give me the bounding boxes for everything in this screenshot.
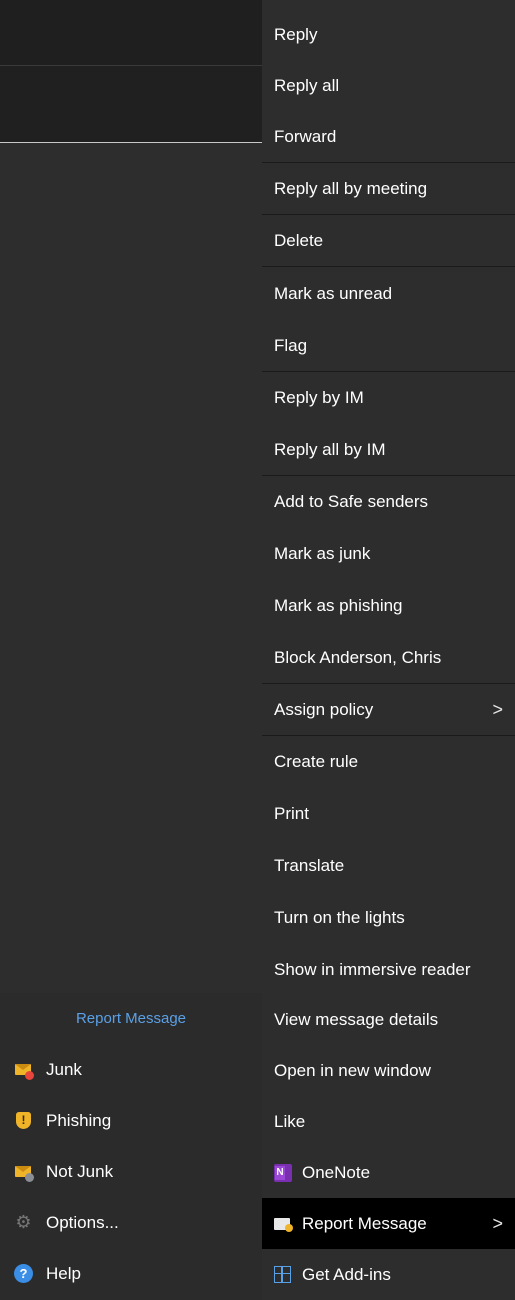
menu-item-flag[interactable]: Flag	[262, 320, 515, 371]
menu-item-label: Mark as phishing	[274, 595, 403, 615]
phishing-shield-icon: !	[14, 1111, 34, 1131]
junk-icon	[14, 1060, 34, 1080]
menu-item-print[interactable]: Print	[262, 788, 515, 839]
menu-item-translate[interactable]: Translate	[262, 840, 515, 891]
menu-item-reply-all[interactable]: Reply all	[262, 60, 515, 111]
submenu-item-options[interactable]: ⚙ Options...	[0, 1197, 262, 1248]
menu-item-get-add-ins[interactable]: Get Add-ins	[262, 1249, 515, 1300]
menu-item-label: Get Add-ins	[302, 1264, 391, 1284]
window-header-background	[0, 0, 262, 65]
menu-item-label: Reply all by meeting	[274, 178, 428, 198]
menu-item-label: Turn on the lights	[274, 907, 405, 927]
submenu-item-label: Not Junk	[46, 1161, 114, 1181]
menu-item-label: Mark as junk	[274, 543, 371, 563]
menu-item-label: Reply all by IM	[274, 439, 386, 459]
menu-item-turn-on-the-lights[interactable]: Turn on the lights	[262, 892, 515, 943]
submenu-title: Report Message	[75, 1010, 187, 1027]
menu-item-mark-as-phishing[interactable]: Mark as phishing	[262, 580, 515, 631]
menu-item-label: Reply by IM	[274, 387, 364, 407]
menu-item-label: Mark as unread	[274, 283, 393, 303]
menu-item-label: Show in immersive reader	[274, 959, 471, 979]
menu-item-reply[interactable]: Reply	[262, 9, 515, 60]
menu-item-label: Report Message	[302, 1213, 427, 1233]
menu-item-label: Like	[274, 1111, 306, 1131]
menu-separator	[262, 266, 515, 267]
menu-item-label: Create rule	[274, 751, 359, 771]
submenu-item-label: Help	[46, 1263, 81, 1283]
reading-pane-background	[0, 143, 262, 993]
menu-item-label: Reply all	[274, 75, 340, 95]
menu-item-immersive-reader[interactable]: Show in immersive reader	[262, 944, 515, 995]
submenu-item-help[interactable]: ? Help	[0, 1248, 262, 1299]
menu-item-label: Open in new window	[274, 1060, 431, 1080]
submenu-item-phishing[interactable]: ! Phishing	[0, 1095, 262, 1146]
menu-item-open-in-new-window[interactable]: Open in new window	[262, 1045, 515, 1096]
menu-item-mark-as-unread[interactable]: Mark as unread	[262, 268, 515, 319]
menu-item-reply-all-by-meeting[interactable]: Reply all by meeting	[262, 163, 515, 214]
menu-item-label: Reply	[274, 24, 318, 44]
menu-item-block-sender[interactable]: Block Anderson, Chris	[262, 632, 515, 683]
menu-item-label: Add to Safe senders	[274, 491, 429, 511]
onenote-icon	[274, 1163, 292, 1182]
menu-item-label: Flag	[274, 335, 308, 355]
menu-item-add-to-safe-senders[interactable]: Add to Safe senders	[262, 476, 515, 527]
submenu-item-not-junk[interactable]: Not Junk	[0, 1146, 262, 1197]
menu-item-label: Translate	[274, 855, 345, 875]
not-junk-icon	[14, 1162, 34, 1182]
message-context-menu: Reply Reply all Forward Reply all by mee…	[262, 0, 515, 1300]
menu-item-label: OneNote	[302, 1162, 371, 1182]
submenu-item-label: Phishing	[46, 1110, 112, 1130]
menu-item-label: View message details	[274, 1009, 439, 1029]
gear-icon: ⚙	[15, 1211, 32, 1232]
help-icon: ?	[14, 1263, 34, 1284]
chevron-right-icon: >	[492, 1213, 503, 1233]
report-message-submenu: Report Message Junk ! Phishing Not Junk …	[0, 993, 262, 1300]
menu-item-label: Forward	[274, 126, 337, 146]
menu-item-mark-as-junk[interactable]: Mark as junk	[262, 528, 515, 579]
menu-item-reply-all-by-im[interactable]: Reply all by IM	[262, 424, 515, 475]
submenu-item-label: Options...	[46, 1212, 119, 1232]
menu-item-like[interactable]: Like	[262, 1096, 515, 1147]
chevron-right-icon: >	[492, 699, 503, 719]
menu-item-assign-policy[interactable]: Assign policy >	[262, 684, 515, 735]
menu-item-label: Print	[274, 803, 309, 823]
menu-item-onenote[interactable]: OneNote	[262, 1147, 515, 1198]
menu-item-label: Assign policy	[274, 699, 374, 719]
menu-item-label: Delete	[274, 230, 324, 250]
menu-item-forward[interactable]: Forward	[262, 111, 515, 162]
menu-item-label: Block Anderson, Chris	[274, 647, 442, 667]
submenu-item-label: Junk	[46, 1059, 82, 1079]
submenu-item-junk[interactable]: Junk	[0, 1044, 262, 1095]
menu-item-report-message[interactable]: Report Message >	[262, 1198, 515, 1249]
toolbar-background	[0, 65, 262, 143]
add-ins-icon	[274, 1265, 292, 1284]
report-message-icon	[274, 1215, 293, 1233]
menu-item-reply-by-im[interactable]: Reply by IM	[262, 372, 515, 423]
menu-item-delete[interactable]: Delete	[262, 215, 515, 266]
menu-item-view-message-details[interactable]: View message details	[262, 994, 515, 1045]
menu-item-create-rule[interactable]: Create rule	[262, 736, 515, 787]
